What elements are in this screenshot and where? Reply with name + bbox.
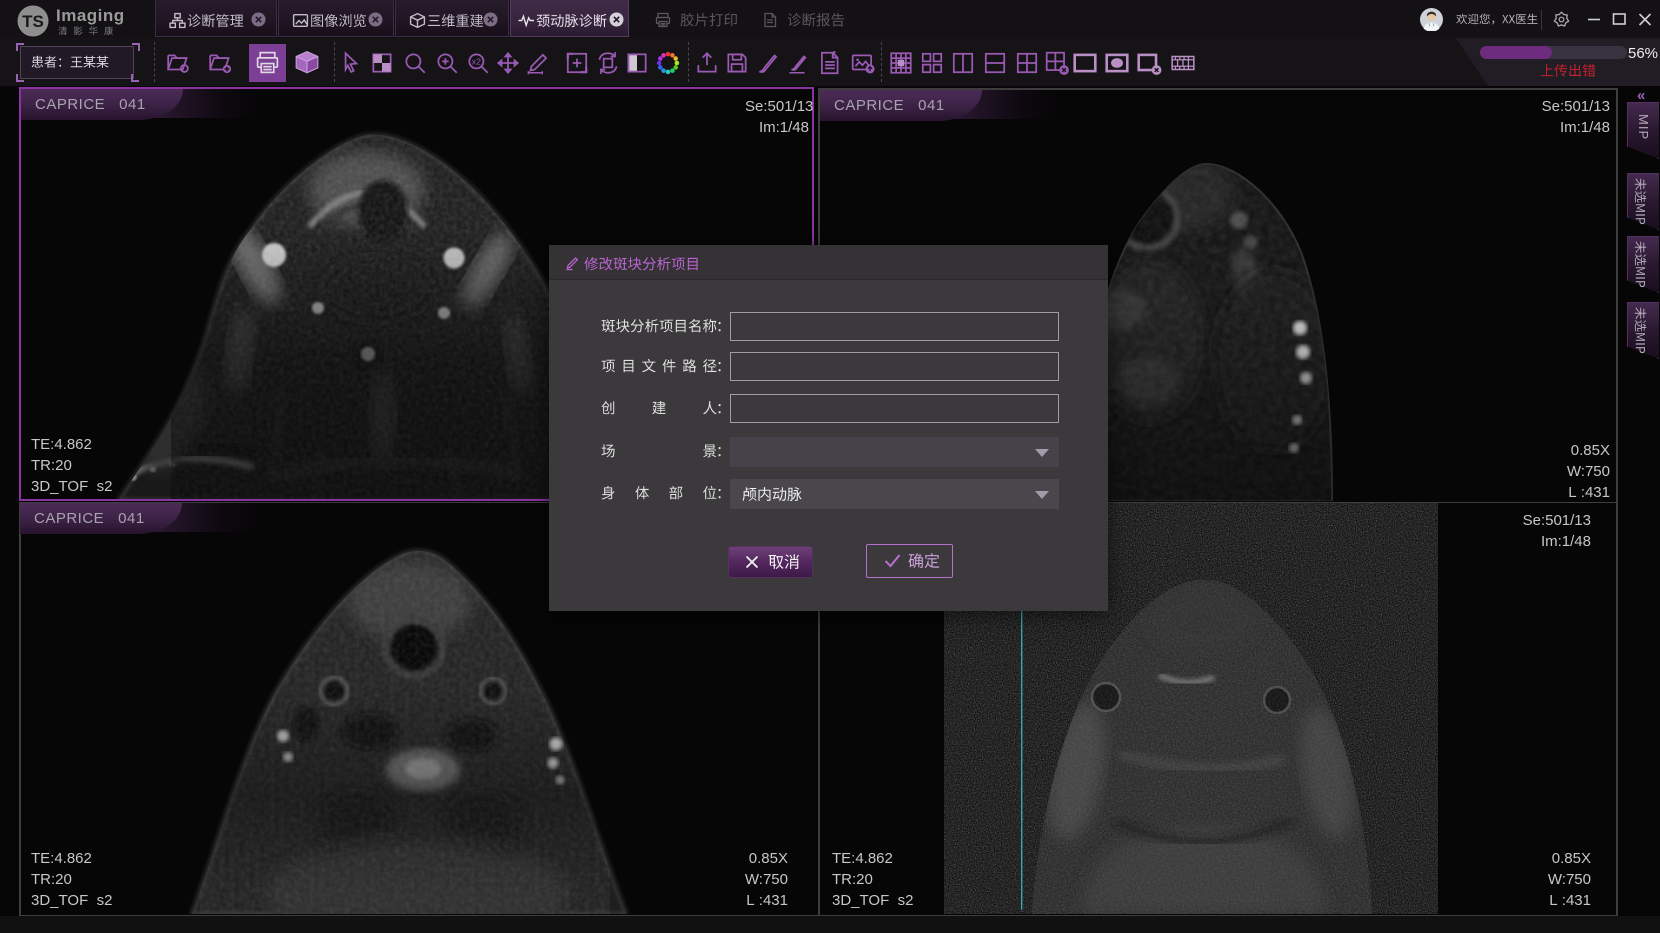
svg-text:TS: TS [22, 12, 44, 31]
svg-text:x2: x2 [472, 57, 481, 67]
